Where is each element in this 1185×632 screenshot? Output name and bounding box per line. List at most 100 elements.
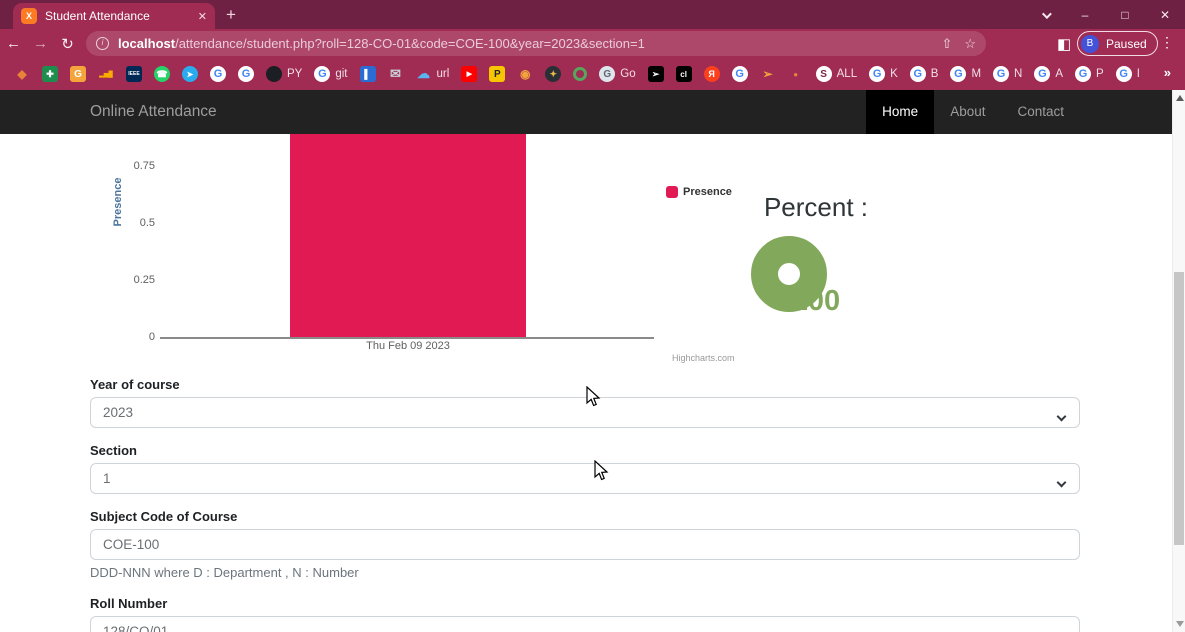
bookmark-item[interactable]: Я	[703, 66, 720, 82]
percent-title: Percent :	[763, 192, 869, 222]
google-icon: G	[731, 66, 748, 82]
bookmark-item[interactable]: G K	[869, 66, 898, 82]
bookmark-item[interactable]: G	[210, 66, 226, 82]
bird-icon: ➢	[647, 66, 664, 82]
bookmark-label: git	[335, 68, 348, 80]
share-icon[interactable]: ⇧	[941, 36, 952, 52]
window-menu-chevron-icon[interactable]	[1025, 8, 1065, 22]
ieee-icon: IEEE	[126, 66, 142, 82]
field-value: 2023	[103, 405, 134, 420]
bookmark-item[interactable]: ✉	[388, 66, 404, 82]
forward-icon[interactable]: →	[27, 35, 54, 52]
bookmark-item[interactable]: ➤	[182, 66, 198, 82]
google-icon: G	[909, 66, 926, 82]
window-minimize-button[interactable]: –	[1065, 8, 1105, 22]
site-brand[interactable]: Online Attendance	[90, 103, 217, 121]
bookmark-item[interactable]: G	[70, 66, 86, 82]
bookmark-item[interactable]: G M	[950, 66, 981, 82]
bookmark-item[interactable]: ➢	[760, 66, 776, 82]
tab-close-icon[interactable]: ✕	[198, 10, 207, 23]
side-panel-icon[interactable]: ◧	[1057, 35, 1071, 53]
bookmark-item[interactable]: G P	[1075, 66, 1104, 82]
back-icon[interactable]: ←	[0, 35, 27, 52]
bookmark-item[interactable]: ✚	[42, 66, 58, 82]
bookmark-item[interactable]: G	[731, 66, 748, 82]
section-select[interactable]: 1	[90, 463, 1080, 494]
clever-icon: cl	[675, 66, 692, 82]
bookmarks-overflow-icon[interactable]: »	[1164, 65, 1171, 80]
tab-contact[interactable]: Contact	[1001, 90, 1080, 134]
bookmark-item[interactable]: ☁ url	[416, 66, 450, 82]
google-icon: G	[1034, 66, 1051, 82]
github-icon	[266, 66, 282, 82]
bookmark-label: I	[1136, 68, 1140, 80]
scrollbar-thumb[interactable]	[1174, 272, 1184, 545]
bookmark-item[interactable]: ✦	[545, 66, 562, 82]
analytics-icon: ▂▅█	[99, 71, 113, 78]
bookmark-item[interactable]: G git	[314, 66, 348, 82]
bookmark-item[interactable]: S ALL	[815, 66, 857, 82]
diamond-icon: ◆	[17, 67, 27, 81]
bookmark-item[interactable]: IEEE	[126, 66, 142, 82]
bookmark-item[interactable]: PY	[266, 66, 302, 82]
browser-tab[interactable]: X Student Attendance ✕	[13, 3, 215, 29]
bookmark-item[interactable]: ▶	[461, 66, 478, 82]
nav-links: Home About Contact	[866, 90, 1080, 134]
field-help: DDD-NNN where D : Department , N : Numbe…	[90, 565, 359, 580]
telegram-icon: ➤	[182, 66, 198, 82]
bookmark-item[interactable]: ☎	[154, 66, 170, 82]
google-icon: G	[210, 66, 226, 82]
bookmark-item[interactable]: G Go	[599, 66, 636, 82]
tab-home[interactable]: Home	[866, 90, 935, 134]
bookmark-item[interactable]: ●	[788, 66, 804, 82]
window-restore-button[interactable]: □	[1105, 8, 1145, 22]
browser-menu-icon[interactable]: ⋮	[1160, 34, 1174, 51]
bookmark-item[interactable]: G I	[1115, 66, 1140, 82]
bookmark-item[interactable]: G A	[1034, 66, 1063, 82]
url-text[interactable]: localhost/attendance/student.php?roll=12…	[118, 36, 933, 51]
scroll-up-icon[interactable]	[1176, 95, 1184, 101]
field-label: Section	[90, 443, 137, 458]
tab-title: Student Attendance	[45, 9, 150, 23]
browser-chrome: X Student Attendance ✕ + – □ ✕ ← → ↻ i l…	[0, 0, 1185, 90]
bookmark-item[interactable]: cl	[675, 66, 692, 82]
profile-paused-badge[interactable]: B Paused	[1077, 31, 1158, 56]
dot-icon: ●	[793, 69, 799, 79]
window-close-button[interactable]: ✕	[1145, 8, 1185, 22]
bookmark-item[interactable]: ➢	[647, 66, 664, 82]
bookmark-item[interactable]: P	[489, 66, 506, 82]
bookmark-star-icon[interactable]: ☆	[964, 36, 976, 52]
highcharts-credits[interactable]: Highcharts.com	[672, 353, 735, 363]
bookmark-label: PY	[287, 68, 303, 80]
roll-number-input[interactable]: 128/CO/01	[90, 616, 1080, 632]
year-select[interactable]: 2023	[90, 397, 1080, 428]
site-info-icon[interactable]: i	[96, 37, 109, 50]
percent-chart: Percent : 100	[740, 134, 892, 377]
tab-strip: X Student Attendance ✕ + – □ ✕	[0, 0, 1185, 29]
bookmark-label: K	[890, 68, 898, 80]
bookmark-item[interactable]: ◆	[14, 66, 30, 82]
subject-code-input[interactable]: COE-100	[90, 529, 1080, 560]
y-tick: 0	[148, 331, 155, 343]
bookmark-item[interactable]: ▂▅█	[98, 66, 114, 82]
bookmark-item[interactable]: ▌	[359, 66, 376, 82]
bookmark-item[interactable]	[573, 67, 588, 81]
x-axis-label: Thu Feb 09 2023	[366, 340, 450, 352]
reload-icon[interactable]: ↻	[54, 35, 81, 53]
google-icon: G	[238, 66, 254, 82]
page-scrollbar[interactable]	[1172, 90, 1185, 632]
chart-legend[interactable]: Presence	[666, 186, 732, 198]
new-tab-button[interactable]: +	[226, 5, 236, 25]
bookmark-item[interactable]: G N	[993, 66, 1022, 82]
bookmark-item[interactable]: ◉	[517, 66, 533, 82]
scroll-down-icon[interactable]	[1176, 621, 1184, 627]
address-bar[interactable]: i localhost/attendance/student.php?roll=…	[86, 31, 986, 56]
bookmark-label: url	[436, 68, 450, 80]
y-tick: 0.5	[139, 217, 155, 229]
bookmark-item[interactable]: G B	[909, 66, 938, 82]
presence-bar	[290, 134, 526, 338]
tab-about[interactable]: About	[934, 90, 1001, 134]
y-tick: 0.25	[133, 274, 155, 286]
chevron-down-icon	[1056, 473, 1067, 491]
bookmark-item[interactable]: G	[238, 66, 254, 82]
